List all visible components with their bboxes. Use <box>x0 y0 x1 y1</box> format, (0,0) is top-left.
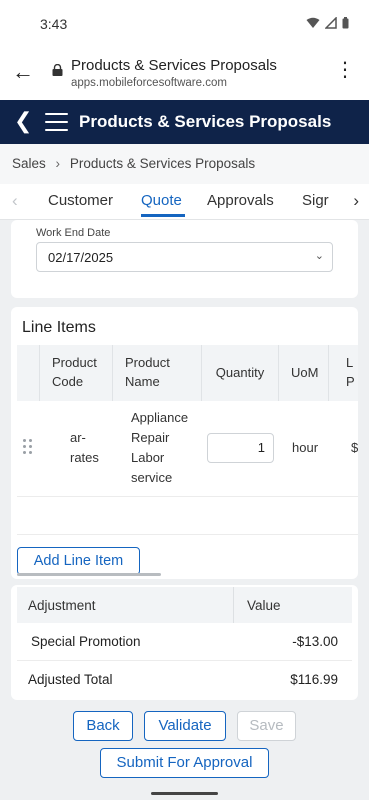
status-bar: 3:43 <box>0 0 369 46</box>
breadcrumb-sales[interactable]: Sales <box>12 156 46 171</box>
app-title: Products & Services Proposals <box>79 112 332 131</box>
wifi-icon <box>306 16 320 34</box>
product-code-cell: ar- rates <box>70 428 99 468</box>
tab-quote[interactable]: Quote <box>141 192 182 209</box>
product-name-line4: service <box>131 470 173 485</box>
save-button[interactable]: Save <box>237 711 296 741</box>
browser-page-title: Products & Services Proposals <box>71 57 277 74</box>
adjustment-label: Special Promotion <box>31 634 141 649</box>
work-end-date-label: Work End Date <box>36 227 111 239</box>
tab-bar: ‹ Customer Quote Approvals Sigr › <box>0 184 369 220</box>
validate-button[interactable]: Validate <box>144 711 226 741</box>
col-product-code-line2: Code <box>52 374 84 389</box>
tab-scroll-left-icon[interactable]: ‹ <box>12 191 18 211</box>
tab-approvals[interactable]: Approvals <box>207 192 274 209</box>
product-code-line2: rates <box>70 450 99 465</box>
tab-customer[interactable]: Customer <box>48 192 113 209</box>
hamburger-menu-icon[interactable] <box>45 113 68 131</box>
list-price-cell: $ <box>351 440 358 455</box>
adjustment-value: -$13.00 <box>292 634 338 649</box>
adjustments-card: Adjustment Value Special Promotion -$13.… <box>11 585 358 700</box>
value-col-header: Value <box>247 598 281 613</box>
adjustment-col-header: Adjustment <box>28 598 96 613</box>
product-name-line3: Labor <box>131 450 165 465</box>
col-quantity: Quantity <box>202 345 279 401</box>
col-product-name: Product Name <box>113 345 202 401</box>
battery-icon <box>342 16 349 34</box>
col-list-price-line2: P <box>346 374 355 389</box>
col-list-price-line1: L <box>346 355 354 370</box>
uom-cell: hour <box>292 440 319 455</box>
breadcrumb-current: Products & Services Proposals <box>69 156 256 171</box>
cell-signal-icon <box>324 16 337 34</box>
line-items-card: Line Items Product Code Product Name Qua… <box>11 307 358 579</box>
work-end-date-value: 02/17/2025 <box>48 250 114 265</box>
status-time: 3:43 <box>40 16 68 32</box>
chevron-right-icon: › <box>55 156 61 171</box>
dates-card: Work End Date 02/17/2025 ⌄ <box>11 220 358 298</box>
submit-for-approval-button[interactable]: Submit For Approval <box>100 748 269 778</box>
browser-url[interactable]: apps.mobileforcesoftware.com <box>71 77 227 89</box>
table-header: Product Code Product Name Quantity UoM L… <box>17 345 358 401</box>
adjusted-total-value: $116.99 <box>290 672 338 687</box>
col-uom: UoM <box>279 345 329 401</box>
gesture-nav-bar <box>151 792 218 795</box>
line-items-title: Line Items <box>22 319 96 336</box>
chevron-down-icon: ⌄ <box>314 250 324 262</box>
back-button[interactable]: Back <box>73 711 133 741</box>
active-tab-indicator <box>141 214 185 217</box>
tab-signature[interactable]: Sigr <box>302 192 329 209</box>
drag-handle-icon[interactable] <box>23 439 33 455</box>
table-row[interactable]: ar- rates Appliance Repair Labor service… <box>17 401 358 497</box>
quantity-input[interactable]: 1 <box>207 433 274 463</box>
col-product-code: Product Code <box>40 345 113 401</box>
table-row-empty <box>17 497 358 535</box>
adjustment-row: Special Promotion -$13.00 <box>17 623 352 661</box>
status-icons <box>306 16 349 34</box>
col-list-price: L P <box>329 345 358 401</box>
browser-back-icon[interactable]: ← <box>12 59 34 85</box>
product-name-line2: Repair <box>131 430 170 445</box>
breadcrumb: Sales › Products & Services Proposals <box>0 144 369 184</box>
app-back-icon[interactable]: ❮ <box>14 108 32 134</box>
product-code-line1: ar- <box>70 430 86 445</box>
work-end-date-field[interactable]: 02/17/2025 ⌄ <box>36 242 333 272</box>
add-line-item-button[interactable]: Add Line Item <box>17 547 140 575</box>
app-header: ❮ Products & Services Proposals <box>0 100 369 144</box>
col-product-code-line1: Product <box>52 355 97 370</box>
browser-toolbar: ← Products & Services Proposals apps.mob… <box>0 46 369 100</box>
adjusted-total-row: Adjusted Total $116.99 <box>17 661 352 699</box>
lock-icon <box>52 64 63 76</box>
adjustments-header: Adjustment Value <box>17 587 352 623</box>
col-product-name-line2: Name <box>125 374 160 389</box>
drag-column-header <box>17 345 40 401</box>
adjusted-total-label: Adjusted Total <box>28 672 113 687</box>
tab-scroll-right-icon[interactable]: › <box>353 191 359 211</box>
col-product-name-line1: Product <box>125 355 170 370</box>
product-name-line1: Appliance <box>131 410 189 425</box>
browser-menu-icon[interactable]: ⋮ <box>335 60 355 80</box>
product-name-cell: Appliance Repair Labor service <box>131 408 188 488</box>
horizontal-scrollbar[interactable] <box>17 573 161 576</box>
header-divider <box>233 587 234 623</box>
